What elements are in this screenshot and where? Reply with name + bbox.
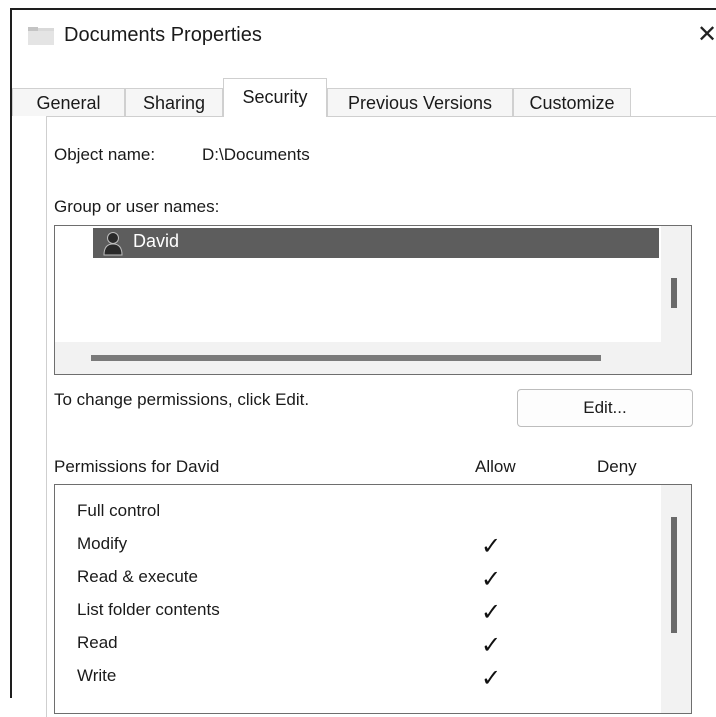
- permission-row: Write ✓: [77, 662, 637, 692]
- tab-customize[interactable]: Customize: [513, 88, 631, 116]
- permission-row: Full control: [77, 497, 637, 527]
- tab-sharing[interactable]: Sharing: [125, 88, 223, 116]
- allow-check-icon: ✓: [481, 665, 502, 692]
- permission-name: Full control: [77, 501, 161, 520]
- object-name-value: D:\Documents: [202, 145, 310, 164]
- user-list-vertical-scroll-thumb[interactable]: [671, 278, 677, 308]
- permissions-label: Permissions for David: [54, 457, 220, 476]
- permission-name: Read: [77, 633, 118, 652]
- tab-previous-versions[interactable]: Previous Versions: [327, 88, 513, 116]
- group-names-label: Group or user names:: [54, 197, 220, 216]
- permission-name: Modify: [77, 534, 128, 553]
- allow-check-icon: ✓: [481, 632, 502, 659]
- title-bar: Documents Properties ✕: [12, 10, 716, 60]
- deny-column-header: Deny: [597, 457, 637, 476]
- folder-icon: [28, 27, 54, 45]
- object-name-label: Object name:: [54, 145, 156, 164]
- properties-dialog: Documents Properties ✕ General Sharing S…: [10, 8, 716, 717]
- permission-row: Read & execute ✓: [77, 563, 637, 593]
- window-title: Documents Properties: [64, 24, 262, 46]
- user-list-item[interactable]: David: [93, 228, 659, 258]
- close-button[interactable]: ✕: [692, 20, 716, 50]
- tab-security[interactable]: Security: [223, 78, 327, 117]
- allow-check-icon: ✓: [481, 533, 502, 560]
- permissions-vertical-scroll-thumb[interactable]: [671, 517, 677, 633]
- user-icon: [103, 232, 123, 256]
- permissions-list: Full control Modify ✓ Read & execute ✓ L…: [54, 484, 692, 714]
- permission-name: Write: [77, 666, 117, 685]
- permission-name: List folder contents: [77, 600, 220, 619]
- allow-check-icon: ✓: [481, 566, 502, 593]
- permission-row: Modify ✓: [77, 530, 637, 560]
- allow-check-icon: ✓: [481, 599, 502, 626]
- permission-row: List folder contents ✓: [77, 596, 637, 626]
- permission-name: Read & execute: [77, 567, 198, 586]
- user-list-horizontal-scroll-thumb[interactable]: [91, 355, 601, 361]
- change-permissions-hint: To change permissions, click Edit.: [54, 390, 310, 409]
- edit-button[interactable]: Edit...: [517, 389, 693, 427]
- allow-column-header: Allow: [475, 457, 516, 476]
- permission-row: Read ✓: [77, 629, 637, 659]
- user-list[interactable]: David: [54, 225, 692, 375]
- tab-general[interactable]: General: [12, 88, 125, 116]
- user-name: David: [133, 231, 180, 251]
